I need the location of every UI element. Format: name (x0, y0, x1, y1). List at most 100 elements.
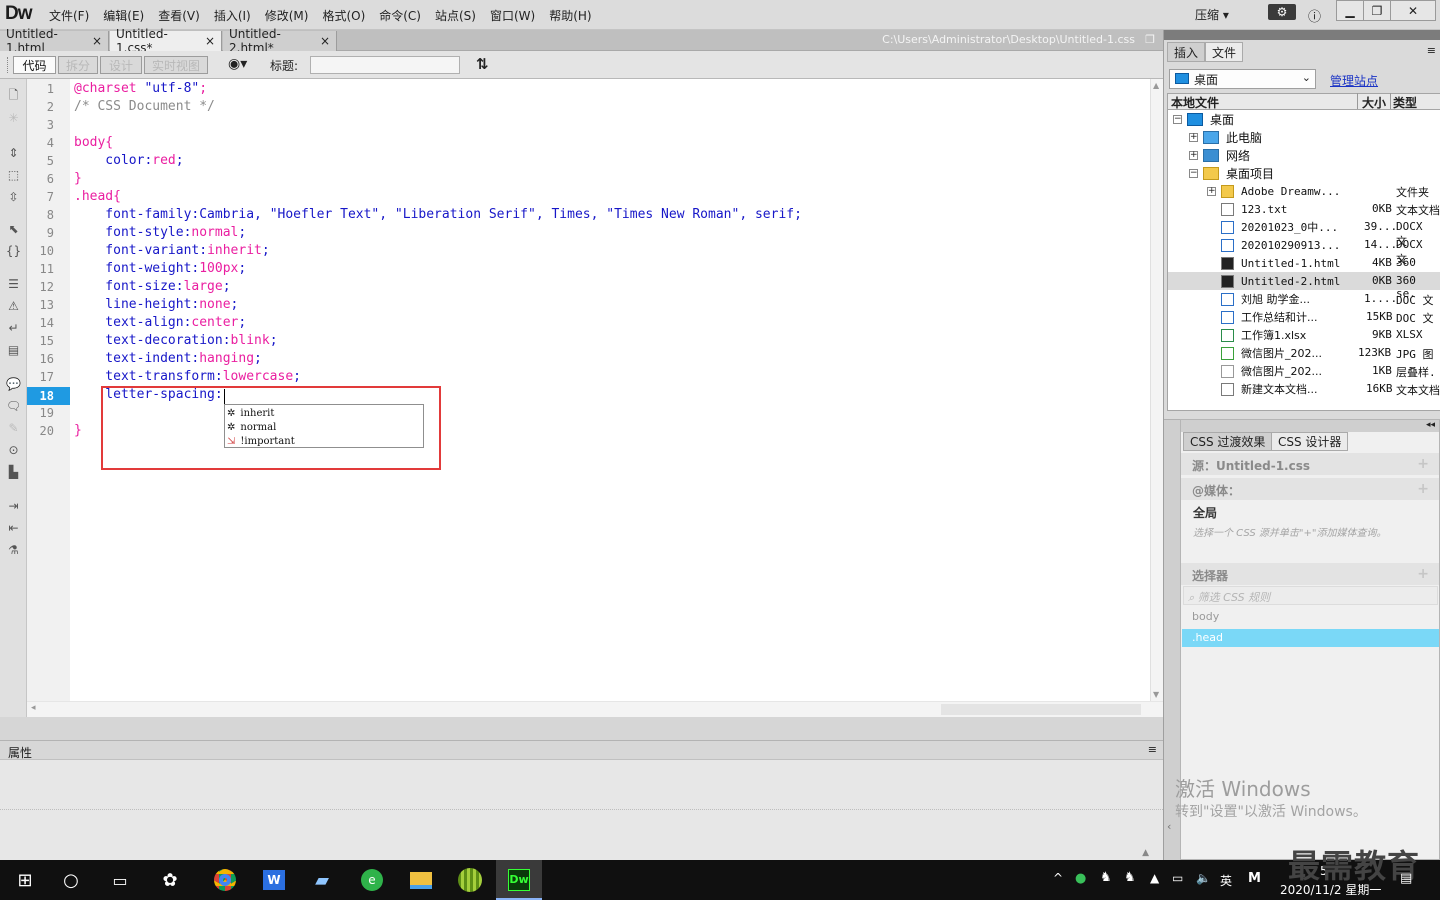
qq-alt-icon[interactable]: ♞ (1124, 870, 1136, 885)
collapse-icon[interactable]: − (1173, 114, 1182, 124)
file-row[interactable]: 微信图片_202... (1221, 344, 1322, 362)
filter-css-rules-input[interactable]: ⌕ 筛选 CSS 规则 (1183, 586, 1438, 605)
live-view-button[interactable]: 实时视图 (144, 56, 208, 74)
hint-item[interactable]: ⇲ !important (227, 434, 295, 448)
col-type[interactable]: 类型 (1393, 94, 1417, 111)
file-row-selected[interactable]: Untitled-2.html (1221, 272, 1340, 290)
collapse-panel-icon[interactable]: ◂◂ (1426, 420, 1435, 430)
menu-view[interactable]: 查看(V) (151, 7, 207, 24)
menu-commands[interactable]: 命令(C) (372, 7, 428, 24)
action-center-icon[interactable]: ▤ (1400, 871, 1412, 886)
browser-green-icon[interactable]: e (359, 868, 385, 892)
tab-css-designer[interactable]: CSS 设计器 (1271, 432, 1349, 451)
notification-bell-icon[interactable]: ▲ (1150, 871, 1159, 885)
tab-untitled-2-html[interactable]: Untitled-2.html* × (223, 27, 337, 55)
tab-files[interactable]: 文件 (1205, 42, 1244, 62)
ime-mode-icon[interactable]: M (1248, 871, 1261, 886)
wps-icon[interactable]: W (261, 868, 287, 892)
add-icon[interactable]: + (1417, 566, 1429, 582)
show-hidden-icons[interactable]: ^ (1053, 871, 1063, 885)
ime-indicator[interactable]: 英 (1220, 872, 1232, 889)
tree-item-desktop[interactable]: − 桌面 (1173, 110, 1234, 128)
expand-panel-icon[interactable]: ▲ (1142, 848, 1149, 858)
menu-window[interactable]: 窗口(W) (483, 7, 542, 24)
file-transfer-icon[interactable]: ⇅ (476, 55, 489, 73)
file-row[interactable]: + Adobe Dreamw... (1207, 182, 1340, 200)
network-icon[interactable]: ▭ (1172, 871, 1183, 885)
scroll-up-icon[interactable]: ▲ (1153, 81, 1159, 90)
outdent-icon[interactable]: ⇤ (5, 520, 22, 536)
notepad-icon[interactable]: ▰ (309, 868, 335, 892)
melon-app-icon[interactable] (457, 868, 483, 892)
code-view-button[interactable]: 代码 (13, 56, 56, 74)
menu-modify[interactable]: 修改(M) (258, 7, 316, 24)
menu-edit[interactable]: 编辑(E) (96, 7, 151, 24)
dreamweaver-icon[interactable]: Dw (506, 868, 532, 892)
move-css-icon[interactable]: ▙ (5, 464, 22, 480)
hint-item[interactable]: ✲ inherit (227, 406, 274, 420)
format-source-icon[interactable]: ⚗ (5, 542, 22, 558)
file-row[interactable]: 刘旭 助学金... (1221, 290, 1310, 308)
line-numbers-icon[interactable]: ☰ (5, 276, 22, 292)
design-view-button[interactable]: 设计 (100, 56, 142, 74)
file-row[interactable]: 新建文本文档... (1221, 380, 1318, 398)
file-row[interactable]: 123.txt (1221, 200, 1287, 218)
highlight-invalid-code-icon[interactable]: ⚠ (5, 298, 22, 314)
restore-button[interactable]: ❐ (1363, 0, 1391, 21)
scroll-left-icon[interactable]: ◂ (31, 703, 36, 713)
menu-file[interactable]: 文件(F) (42, 7, 96, 24)
expand-icon[interactable]: + (1189, 150, 1198, 160)
qq-icon[interactable]: ♞ (1100, 870, 1112, 885)
search-icon[interactable]: ○ (58, 868, 84, 892)
restore-doc-icon[interactable]: ❐ (1145, 33, 1155, 46)
wrap-tag-icon[interactable]: ✎ (5, 420, 22, 436)
tab-untitled-1-html[interactable]: Untitled-1.html × (0, 27, 109, 55)
file-row[interactable]: 20201023_0中... (1221, 218, 1338, 236)
manage-sites-link[interactable]: 管理站点 (1330, 72, 1378, 89)
split-view-button[interactable]: 拆分 (58, 56, 98, 74)
task-view-icon[interactable]: ▭ (107, 868, 133, 892)
selector-item-selected[interactable]: .head (1182, 629, 1439, 647)
file-explorer-icon[interactable] (408, 868, 434, 892)
scroll-thumb[interactable] (941, 704, 1141, 715)
col-size[interactable]: 大小 (1362, 94, 1386, 111)
file-row[interactable]: Untitled-1.html (1221, 254, 1340, 272)
add-icon[interactable]: + (1417, 481, 1429, 497)
apply-comment-icon[interactable]: 💬 (5, 376, 22, 392)
tree-item-this-pc[interactable]: + 此电脑 (1189, 128, 1262, 146)
hint-item[interactable]: ✲ normal (227, 420, 276, 434)
close-icon[interactable]: × (92, 34, 102, 48)
balance-braces-icon[interactable]: {} (5, 243, 22, 259)
col-local-files[interactable]: 本地文件 (1171, 94, 1219, 111)
indent-icon[interactable]: ⇥ (5, 498, 22, 514)
menu-insert[interactable]: 插入(I) (207, 7, 258, 24)
collapse-selection-icon[interactable]: ⬚ (5, 167, 22, 183)
recent-snippets-icon[interactable]: ⊙ (5, 442, 22, 458)
close-icon[interactable]: × (205, 34, 215, 48)
site-select[interactable]: 桌面 ⌄ (1169, 69, 1316, 89)
expand-all-icon[interactable]: ⇳ (5, 189, 22, 205)
remove-comment-icon[interactable]: 🗨 (5, 398, 22, 414)
tab-untitled-1-css[interactable]: Untitled-1.css* × (110, 27, 222, 55)
start-windows-icon[interactable]: ⊞ (12, 868, 38, 892)
volume-icon[interactable]: 🔈 (1196, 871, 1211, 885)
add-icon[interactable]: + (1417, 456, 1429, 472)
tab-css-transitions[interactable]: CSS 过渡效果 (1183, 432, 1273, 451)
tab-insert[interactable]: 插入 (1167, 42, 1206, 62)
panel-menu-icon[interactable]: ≡ (1427, 44, 1436, 57)
select-parent-tag-icon[interactable]: ⬉ (5, 221, 22, 237)
syntax-coloring-icon[interactable]: ▤ (5, 342, 22, 358)
tree-item-desktop-items[interactable]: − 桌面项目 (1189, 164, 1274, 182)
file-row[interactable]: 工作簿1.xlsx (1221, 326, 1306, 344)
browser-preview-icon[interactable]: ◉▾ (228, 56, 247, 72)
word-wrap-icon[interactable]: ↵ (5, 320, 22, 336)
collapse-arrow-icon[interactable]: ‹ (1167, 820, 1171, 833)
close-icon[interactable]: × (320, 34, 330, 48)
minimize-button[interactable]: ▁ (1336, 0, 1364, 21)
show-code-navigator-icon[interactable]: ✳ (5, 110, 22, 126)
panel-menu-icon[interactable]: ≡ (1148, 743, 1157, 756)
file-row[interactable]: 微信图片_202... (1221, 362, 1322, 380)
sync-settings-icon[interactable]: ⚙ (1268, 4, 1296, 20)
vertical-scrollbar[interactable]: ▲ ▼ (1150, 79, 1163, 701)
expand-icon[interactable]: + (1207, 186, 1216, 196)
